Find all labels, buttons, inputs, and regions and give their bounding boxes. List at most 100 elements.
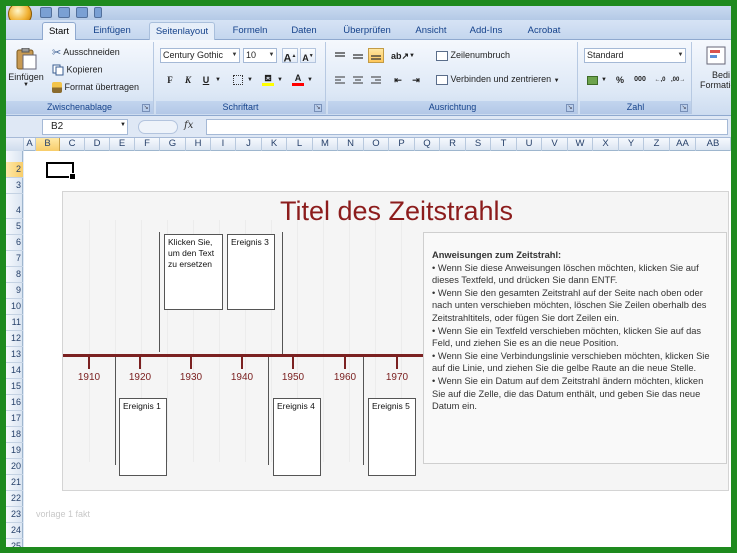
- paste-dropdown-icon[interactable]: ▼: [8, 82, 44, 88]
- column-header[interactable]: Z: [644, 138, 670, 151]
- row-header[interactable]: 4: [6, 203, 23, 219]
- align-top-button[interactable]: [332, 48, 348, 63]
- column-header[interactable]: B: [36, 138, 60, 151]
- fill-dropdown-icon[interactable]: ▼: [276, 72, 284, 87]
- row-header[interactable]: 17: [6, 411, 23, 427]
- year-label[interactable]: 1960: [330, 372, 360, 383]
- row-header[interactable]: 18: [6, 427, 23, 443]
- tab-formeln[interactable]: Formeln: [226, 22, 274, 40]
- paste-button[interactable]: Einfügen ▼: [8, 48, 44, 94]
- number-format-select[interactable]: Standard ▼: [584, 48, 686, 63]
- wrap-text-button[interactable]: Zeilenumbruch: [436, 50, 510, 61]
- insert-function-icon[interactable]: fx: [184, 120, 193, 131]
- row-header[interactable]: 25: [6, 539, 23, 547]
- column-header[interactable]: V: [542, 138, 568, 151]
- column-header[interactable]: R: [440, 138, 466, 151]
- row-header[interactable]: 15: [6, 379, 23, 395]
- align-middle-button[interactable]: [350, 48, 366, 63]
- timeline-title[interactable]: Titel des Zeitstrahls: [63, 196, 730, 227]
- column-header[interactable]: X: [593, 138, 619, 151]
- orientation-dropdown-icon[interactable]: ▼: [408, 48, 416, 63]
- column-header[interactable]: Q: [415, 138, 440, 151]
- tab-einfuegen[interactable]: Einfügen: [86, 22, 138, 40]
- align-right-button[interactable]: [368, 72, 384, 87]
- column-header[interactable]: N: [338, 138, 364, 151]
- row-header[interactable]: 16: [6, 395, 23, 411]
- percent-button[interactable]: %: [612, 72, 628, 87]
- font-launcher-icon[interactable]: ↘: [314, 104, 322, 112]
- row-header[interactable]: 20: [6, 459, 23, 475]
- event-box[interactable]: Ereignis 3: [227, 234, 275, 310]
- underline-dropdown-icon[interactable]: ▼: [214, 72, 222, 87]
- column-header[interactable]: L: [287, 138, 313, 151]
- year-label[interactable]: 1910: [74, 372, 104, 383]
- clipboard-launcher-icon[interactable]: ↘: [142, 104, 150, 112]
- currency-dropdown-icon[interactable]: ▼: [600, 72, 608, 87]
- row-header[interactable]: 10: [6, 299, 23, 315]
- grow-font-button[interactable]: A▲: [282, 48, 298, 65]
- thousands-button[interactable]: 000: [630, 72, 650, 87]
- number-launcher-icon[interactable]: ↘: [680, 104, 688, 112]
- column-header[interactable]: D: [85, 138, 110, 151]
- currency-button[interactable]: [584, 72, 600, 87]
- event-box[interactable]: Ereignis 5: [368, 398, 416, 476]
- borders-dropdown-icon[interactable]: ▼: [246, 72, 254, 87]
- merge-center-button[interactable]: Verbinden und zentrieren ▼: [436, 74, 560, 85]
- active-cell-cursor[interactable]: [46, 162, 76, 180]
- font-size-select[interactable]: 10 ▼: [243, 48, 277, 63]
- underline-button[interactable]: U: [198, 72, 214, 87]
- tab-ueberpruefen[interactable]: Überprüfen: [334, 22, 400, 40]
- decrease-decimal-button[interactable]: ,00→: [670, 72, 686, 87]
- align-bottom-button[interactable]: [368, 48, 384, 63]
- row-header[interactable]: 7: [6, 251, 23, 267]
- connector-line[interactable]: [268, 357, 269, 465]
- worksheet[interactable]: Titel des Zeitstrahls 1910 1920 1930 194…: [24, 151, 731, 547]
- column-header[interactable]: T: [491, 138, 517, 151]
- row-header[interactable]: 6: [6, 235, 23, 251]
- row-header[interactable]: 12: [6, 331, 23, 347]
- column-header[interactable]: Y: [619, 138, 644, 151]
- conditional-formatting-button[interactable]: Bedi Formatie: [696, 46, 731, 96]
- select-all-corner[interactable]: [6, 138, 24, 151]
- column-header[interactable]: O: [364, 138, 389, 151]
- row-header[interactable]: 11: [6, 315, 23, 331]
- tab-start[interactable]: Start: [42, 22, 76, 40]
- connector-line[interactable]: [159, 232, 160, 352]
- column-header[interactable]: H: [186, 138, 211, 151]
- fill-color-button[interactable]: ⛾: [260, 72, 276, 87]
- instructions-textbox[interactable]: Anweisungen zum Zeitstrahl: • Wenn Sie d…: [423, 232, 727, 464]
- row-header[interactable]: 5: [6, 219, 23, 235]
- column-header[interactable]: I: [211, 138, 236, 151]
- undo-icon[interactable]: [58, 7, 70, 18]
- tab-acrobat[interactable]: Acrobat: [518, 22, 570, 40]
- row-header[interactable]: 2: [6, 162, 23, 178]
- column-header[interactable]: J: [236, 138, 262, 151]
- column-header[interactable]: A: [24, 138, 36, 151]
- tab-daten[interactable]: Daten: [284, 22, 324, 40]
- formula-input[interactable]: [206, 119, 728, 135]
- column-header[interactable]: K: [262, 138, 287, 151]
- tab-seitenlayout[interactable]: Seitenlayout: [149, 22, 215, 40]
- column-header[interactable]: C: [60, 138, 85, 151]
- italic-button[interactable]: K: [180, 72, 196, 87]
- column-header[interactable]: U: [517, 138, 542, 151]
- column-header[interactable]: E: [110, 138, 135, 151]
- row-header[interactable]: 19: [6, 443, 23, 459]
- timeline-axis[interactable]: [63, 354, 425, 357]
- row-header[interactable]: 21: [6, 475, 23, 491]
- row-header[interactable]: 23: [6, 507, 23, 523]
- borders-button[interactable]: [230, 72, 246, 87]
- shrink-font-button[interactable]: A▼: [300, 48, 316, 63]
- year-label[interactable]: 1930: [176, 372, 206, 383]
- column-header[interactable]: AB: [696, 138, 731, 151]
- tab-add-ins[interactable]: Add-Ins: [462, 22, 510, 40]
- bold-button[interactable]: F: [162, 72, 178, 87]
- column-header[interactable]: AA: [670, 138, 696, 151]
- align-left-button[interactable]: [332, 72, 348, 87]
- year-label[interactable]: 1950: [278, 372, 308, 383]
- name-box[interactable]: B2: [42, 119, 128, 135]
- copy-button[interactable]: Kopieren: [52, 64, 103, 76]
- align-center-button[interactable]: [350, 72, 366, 87]
- tab-ansicht[interactable]: Ansicht: [408, 22, 454, 40]
- event-box[interactable]: Ereignis 1: [119, 398, 167, 476]
